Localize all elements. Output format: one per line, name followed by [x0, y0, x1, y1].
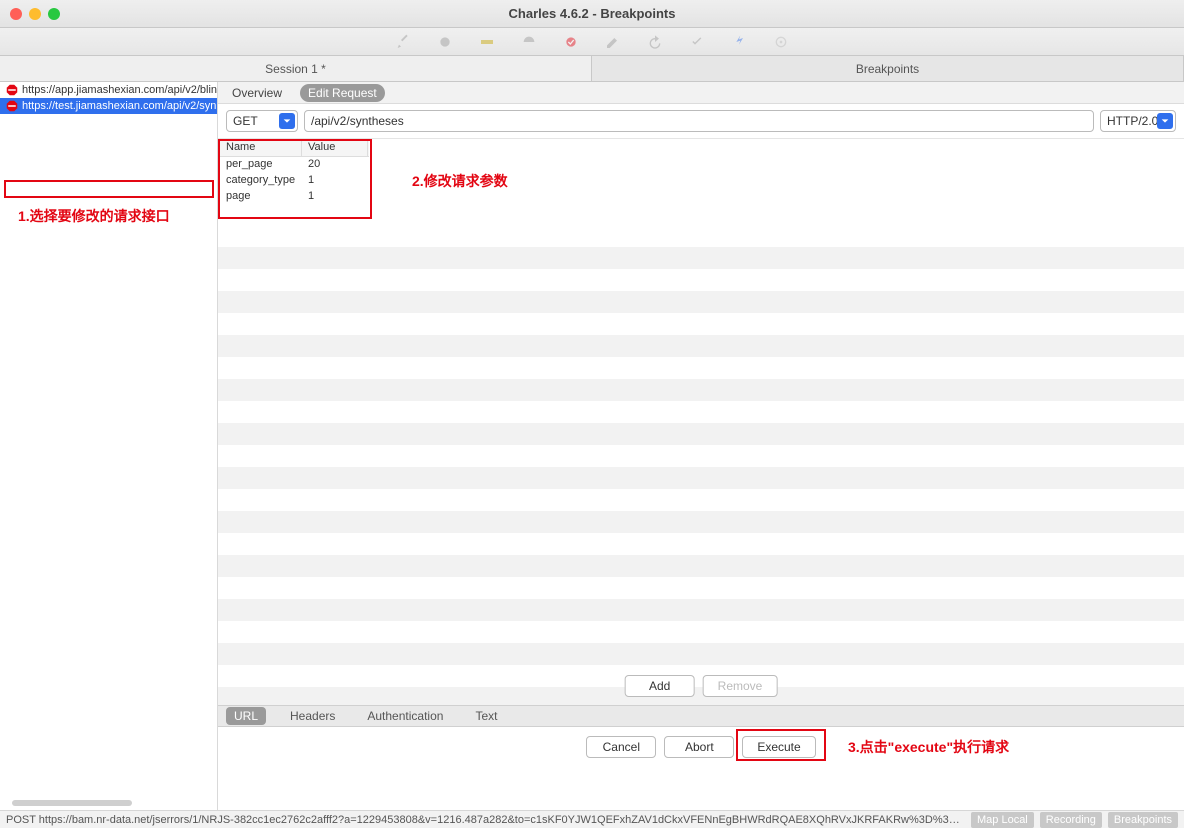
status-breakpoints[interactable]: Breakpoints [1108, 812, 1178, 828]
tab-session[interactable]: Session 1 * [0, 56, 592, 82]
param-row[interactable]: per_page 20 [220, 157, 369, 173]
title-bar: Charles 4.6.2 - Breakpoints [0, 0, 1184, 28]
breakpoint-active-icon[interactable] [562, 33, 580, 51]
minimize-window-icon[interactable] [29, 8, 41, 20]
main-tabs: Session 1 * Breakpoints [0, 56, 1184, 82]
param-value: 1 [302, 173, 368, 189]
param-name: category_type [220, 173, 302, 189]
close-window-icon[interactable] [10, 8, 22, 20]
param-value: 20 [302, 157, 368, 173]
method-select[interactable]: GET [226, 110, 298, 132]
remove-button[interactable]: Remove [703, 675, 778, 697]
breakpoint-list-item[interactable]: https://app.jiamashexian.com/api/v2/blin [0, 82, 217, 98]
status-text: POST https://bam.nr-data.net/jserrors/1/… [6, 814, 965, 826]
add-button[interactable]: Add [625, 675, 695, 697]
subtab-edit-request[interactable]: Edit Request [300, 84, 385, 102]
abort-button[interactable]: Abort [664, 736, 734, 758]
window-title: Charles 4.6.2 - Breakpoints [0, 6, 1184, 21]
bottomtab-url[interactable]: URL [226, 707, 266, 725]
col-value: Value [302, 139, 368, 156]
settings-icon[interactable] [772, 33, 790, 51]
path-input[interactable]: /api/v2/syntheses [304, 110, 1094, 132]
add-remove-row: Add Remove [625, 675, 778, 697]
params-wrap: Name Value per_page 20 category_type 1 p… [218, 139, 1184, 705]
validate-icon[interactable] [688, 33, 706, 51]
status-map-local[interactable]: Map Local [971, 812, 1034, 828]
broom-icon[interactable] [394, 33, 412, 51]
sidebar: https://app.jiamashexian.com/api/v2/blin… [0, 82, 218, 810]
cancel-button[interactable]: Cancel [586, 736, 656, 758]
annotation-3-label: 3.点击"execute"执行请求 [848, 737, 1009, 757]
chevron-down-icon [1157, 113, 1173, 129]
tools-icon[interactable] [730, 33, 748, 51]
request-row: GET /api/v2/syntheses HTTP/2.0 [218, 104, 1184, 139]
hazard-icon[interactable] [478, 33, 496, 51]
method-value: GET [233, 114, 258, 128]
param-name: per_page [220, 157, 302, 173]
param-row[interactable]: page 1 [220, 189, 369, 205]
annotation-2-label: 2.修改请求参数 [412, 171, 508, 191]
maximize-window-icon[interactable] [48, 8, 60, 20]
bottomtab-auth[interactable]: Authentication [359, 707, 451, 725]
execute-button[interactable]: Execute [742, 736, 815, 758]
bottomtab-text[interactable]: Text [467, 707, 505, 725]
status-bar: POST https://bam.nr-data.net/jserrors/1/… [0, 810, 1184, 828]
action-row: Cancel Abort Execute 3.点击"execute"执行请求 [218, 727, 1184, 767]
chevron-down-icon [279, 113, 295, 129]
main-split: https://app.jiamashexian.com/api/v2/blin… [0, 82, 1184, 810]
col-name: Name [220, 139, 302, 156]
protocol-value: HTTP/2.0 [1107, 114, 1158, 128]
compose-icon[interactable] [604, 33, 622, 51]
params-table[interactable]: Name Value per_page 20 category_type 1 p… [220, 139, 370, 205]
param-name: page [220, 189, 302, 205]
path-value: /api/v2/syntheses [311, 114, 404, 128]
annotation-1-label: 1.选择要修改的请求接口 [18, 206, 170, 226]
annotation-1-box [4, 180, 214, 198]
breakpoint-url-label: https://test.jiamashexian.com/api/v2/syn [22, 100, 216, 112]
breakpoint-stop-icon [6, 84, 18, 96]
bottomtab-headers[interactable]: Headers [282, 707, 343, 725]
param-row[interactable]: category_type 1 [220, 173, 369, 189]
protocol-select[interactable]: HTTP/2.0 [1100, 110, 1176, 132]
record-icon[interactable] [436, 33, 454, 51]
breakpoint-list-item[interactable]: https://test.jiamashexian.com/api/v2/syn [0, 98, 217, 114]
tab-breakpoints[interactable]: Breakpoints [592, 56, 1184, 82]
breakpoint-url-label: https://app.jiamashexian.com/api/v2/blin [22, 84, 217, 96]
params-header: Name Value [220, 139, 369, 157]
breakpoint-stop-icon [6, 100, 18, 112]
param-value: 1 [302, 189, 368, 205]
sidebar-scrollbar[interactable] [12, 800, 132, 806]
repeat-icon[interactable] [646, 33, 664, 51]
subtab-overview[interactable]: Overview [224, 84, 290, 102]
striped-area: Add Remove [218, 225, 1184, 705]
right-panel: Overview Edit Request GET /api/v2/synthe… [218, 82, 1184, 810]
window-controls [10, 8, 60, 20]
toolbar [0, 28, 1184, 56]
throttle-icon[interactable] [520, 33, 538, 51]
status-recording[interactable]: Recording [1040, 812, 1102, 828]
editor-subtabs: Overview Edit Request [218, 82, 1184, 104]
editor-bottom-subtabs: URL Headers Authentication Text [218, 705, 1184, 727]
